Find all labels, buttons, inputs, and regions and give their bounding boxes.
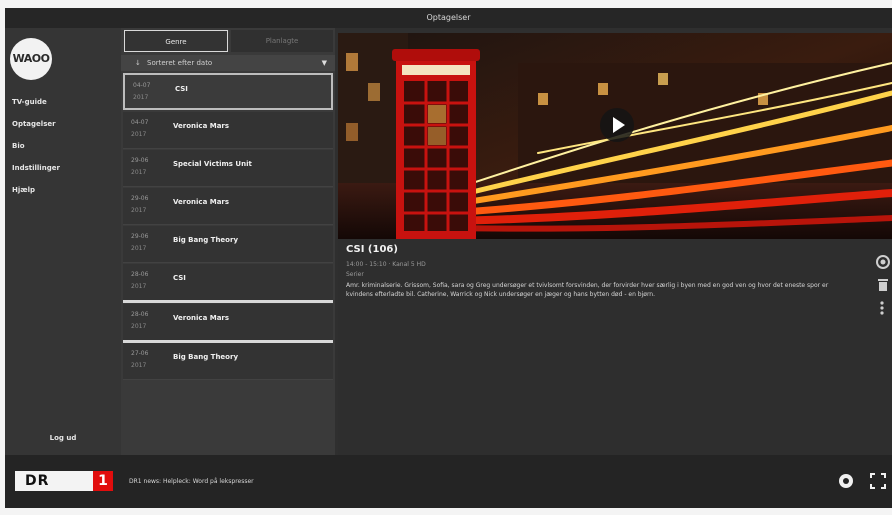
fullscreen-icon[interactable]: [870, 473, 886, 493]
play-button[interactable]: [600, 108, 634, 142]
list-item[interactable]: 29-06 2017 Veronica Mars: [123, 188, 333, 225]
list-item-year: 2017: [133, 94, 149, 101]
list-item-date: 27-06: [131, 350, 149, 357]
list-item-title: Special Victims Unit: [173, 160, 252, 168]
window-title: Optagelser: [5, 8, 892, 28]
list-item-year: 2017: [131, 362, 147, 369]
trash-icon[interactable]: [877, 278, 889, 295]
list-item[interactable]: 04-07 2017 CSI: [123, 73, 333, 110]
list-item-date: 28-06: [131, 271, 149, 278]
sidebar: WAOO TV-guide Optagelser Bio Indstilling…: [5, 28, 121, 455]
list-item[interactable]: 28-06 2017 Veronica Mars: [123, 304, 333, 343]
watch-progress-bar: [123, 300, 333, 303]
sidebar-item-help[interactable]: Hjælp: [12, 186, 35, 194]
list-item[interactable]: 29-06 2017 Special Victims Unit: [123, 150, 333, 187]
sidebar-item-tv-guide[interactable]: TV-guide: [12, 98, 47, 106]
sidebar-item-recordings[interactable]: Optagelser: [12, 120, 56, 128]
list-item-title: Veronica Mars: [173, 198, 230, 206]
list-item[interactable]: 28-06 2017 CSI: [123, 264, 333, 303]
list-item-title: CSI: [175, 85, 188, 93]
list-item-date: 04-07: [131, 119, 149, 126]
list-item-title: CSI: [173, 274, 186, 282]
list-item-date: 29-06: [131, 233, 149, 240]
list-item[interactable]: 29-06 2017 Big Bang Theory: [123, 226, 333, 263]
program-detail-panel: CSI (106) 14:00 - 15:10 · Kanal 5 HD Ser…: [338, 33, 892, 455]
list-item-title: Veronica Mars: [173, 122, 230, 130]
sort-dropdown[interactable]: ↓ Sorteret efter dato ▼: [121, 55, 335, 71]
channel-name: DR: [25, 473, 50, 489]
waoo-logo[interactable]: WAOO: [10, 38, 52, 80]
record-options-icon[interactable]: [876, 255, 890, 272]
list-item[interactable]: 04-07 2017 Veronica Mars: [123, 112, 333, 149]
channel-number: 1: [93, 471, 113, 491]
now-playing-text: DR1 news: Helpleck: Word på lekspresser: [129, 478, 254, 485]
program-title: CSI (106): [346, 244, 398, 255]
sort-label: Sorteret efter dato: [147, 59, 213, 67]
logout-button[interactable]: Log ud: [5, 434, 121, 442]
list-item-date: 04-07: [133, 82, 151, 89]
chevron-down-icon: ▼: [321, 59, 327, 67]
player-bar: DR 1 DR1 news: Helpleck: Word på lekspre…: [5, 455, 892, 508]
list-item-year: 2017: [131, 283, 147, 290]
list-item-date: 29-06: [131, 157, 149, 164]
list-item-title: Veronica Mars: [173, 314, 230, 322]
list-item-year: 2017: [131, 245, 147, 252]
program-genre: Serier: [346, 271, 364, 278]
program-time-channel: 14:00 - 15:10 · Kanal 5 HD: [346, 261, 426, 268]
program-hero-image: [338, 33, 892, 239]
channel-logo[interactable]: DR 1: [15, 471, 113, 491]
tab-genre[interactable]: Genre: [124, 30, 228, 52]
list-item-year: 2017: [131, 207, 147, 214]
recordings-list-panel: Genre Planlagte ↓ Sorteret efter dato ▼ …: [121, 28, 335, 455]
list-item-title: Big Bang Theory: [173, 353, 239, 361]
list-item-date: 29-06: [131, 195, 149, 202]
list-item-year: 2017: [131, 323, 147, 330]
sidebar-item-settings[interactable]: Indstillinger: [12, 164, 60, 172]
list-item-title: Big Bang Theory: [173, 236, 239, 244]
sort-arrow-icon: ↓: [135, 59, 141, 67]
list-item-year: 2017: [131, 169, 147, 176]
tab-planned[interactable]: Planlagte: [231, 30, 333, 52]
list-item-year: 2017: [131, 131, 147, 138]
program-description: Amr. kriminalserie. Grissom, Sofia, sara…: [346, 282, 829, 298]
tab-bar: Genre Planlagte: [121, 28, 335, 54]
sidebar-item-cinema[interactable]: Bio: [12, 142, 25, 150]
list-item[interactable]: 27-06 2017 Big Bang Theory: [123, 343, 333, 380]
record-icon[interactable]: [838, 473, 854, 493]
more-options-icon[interactable]: [880, 301, 884, 318]
list-item-date: 28-06: [131, 311, 149, 318]
app-window: Optagelser WAOO TV-guide Optagelser Bio …: [5, 8, 892, 508]
